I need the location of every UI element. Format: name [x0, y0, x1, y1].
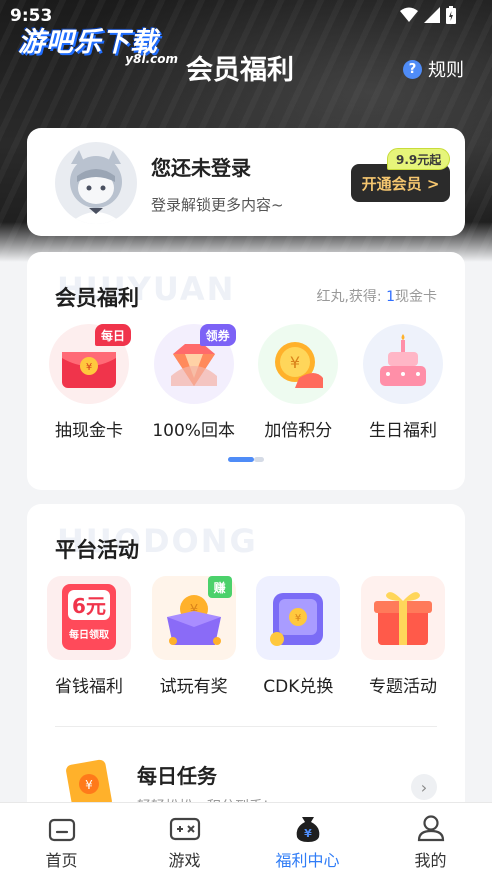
login-subtitle: 登录解锁更多内容~	[151, 196, 284, 214]
activity-grid: 6元每日领取 省钱福利 ¥ 赚 试玩有奖 ¥ CDK兑换 专题活动	[39, 576, 453, 697]
activity-label: 试玩有奖	[159, 677, 228, 697]
svg-text:¥: ¥	[304, 827, 312, 840]
benefit-refund[interactable]: 领券 100%回本	[144, 324, 244, 441]
nav-item-home[interactable]: 首页	[0, 803, 123, 876]
svg-text:6元: 6元	[72, 594, 106, 618]
daily-badge: 每日	[94, 324, 131, 346]
nav-item-mine[interactable]: 我的	[369, 803, 492, 876]
benefit-label: 100%回本	[152, 421, 235, 441]
activity-cdk-redeem[interactable]: ¥ CDK兑换	[248, 576, 348, 697]
wifi-icon	[400, 7, 418, 22]
benefit-birthday[interactable]: 生日福利	[353, 324, 453, 441]
activity-label: 省钱福利	[55, 677, 123, 697]
nav-item-games[interactable]: 游戏	[123, 803, 246, 876]
activity-special-events[interactable]: 专题活动	[353, 576, 453, 697]
svg-text:¥: ¥	[85, 778, 93, 792]
benefit-double-points[interactable]: ¥ 加倍积分	[248, 324, 348, 441]
login-card[interactable]: 您还未登录 登录解锁更多内容~ 开通会员 > 9.9元起	[27, 128, 465, 236]
home-icon	[48, 818, 75, 842]
chevron-right-icon[interactable]: ›	[411, 774, 437, 800]
question-icon: ?	[403, 59, 422, 79]
red-packet-icon: 6元每日领取	[47, 576, 131, 660]
login-title[interactable]: 您还未登录	[151, 152, 251, 181]
benefit-cash-card[interactable]: ¥ 每日 抽现金卡	[39, 324, 139, 441]
nav-item-welfare-center[interactable]: ¥ 福利中心	[246, 803, 369, 876]
activity-trial-rewards[interactable]: ¥ 赚 试玩有奖	[144, 576, 244, 697]
rules-label: 规则	[428, 60, 464, 81]
nav-label: 游戏	[168, 851, 201, 870]
battery-icon	[446, 6, 456, 24]
section-title: 平台活动	[55, 538, 139, 562]
nav-label: 福利中心	[275, 851, 340, 870]
gift-box-icon	[360, 576, 445, 660]
svg-text:¥: ¥	[295, 613, 301, 624]
benefit-label: 生日福利	[368, 421, 437, 441]
svg-text:¥: ¥	[290, 353, 300, 372]
bottom-nav: 首页 游戏 ¥ 福利中心 我的	[0, 802, 492, 876]
earn-badge: 赚	[207, 576, 232, 598]
daily-task-title[interactable]: 每日任务	[137, 760, 217, 789]
activity-label: CDK兑换	[263, 677, 334, 697]
money-bag-icon: ¥	[296, 817, 319, 842]
wallet-icon: ¥	[256, 576, 341, 660]
gamepad-icon	[169, 817, 200, 841]
app-logo: 游吧乐下载 y8l.com	[18, 27, 178, 66]
gold-coin-icon: ¥	[258, 324, 339, 404]
svg-text:¥: ¥	[86, 362, 92, 373]
rules-button[interactable]: ? 规则	[403, 56, 464, 82]
benefit-label: 抽现金卡	[55, 421, 123, 441]
member-benefits-section: HUIYUAN 会员福利 红丸,获得: 1现金卡 ¥ 每日 抽现金卡 领券 10…	[27, 252, 465, 490]
signal-icon	[424, 7, 440, 23]
benefit-grid: ¥ 每日 抽现金卡 领券 100%回本 ¥ 加倍积分 生日福利	[39, 324, 453, 441]
page-title: 会员福利	[186, 55, 294, 86]
divider	[55, 726, 437, 727]
nav-label: 我的	[414, 851, 447, 870]
birthday-cake-icon	[362, 324, 443, 404]
activity-label: 专题活动	[368, 677, 437, 697]
activity-savings[interactable]: 6元每日领取 省钱福利	[39, 576, 139, 697]
status-icons	[400, 6, 456, 24]
page-indicator	[228, 457, 264, 462]
vip-price-tag: 9.9元起	[387, 148, 451, 170]
avatar[interactable]	[55, 142, 137, 224]
nav-label: 首页	[45, 851, 78, 870]
user-icon	[417, 815, 444, 842]
benefit-label: 加倍积分	[264, 421, 333, 441]
svg-text:每日领取: 每日领取	[69, 628, 110, 641]
cash-card-summary: 红丸,获得: 1现金卡	[316, 289, 437, 305]
default-avatar-icon	[69, 150, 123, 224]
platform-activities-section: HUODONG 平台活动 6元 每日领取 省钱福利 ¥ 赚 试玩有奖 ¥ CDK兑…	[27, 504, 465, 824]
section-title: 会员福利	[55, 286, 139, 310]
coupon-badge: 领券	[199, 324, 236, 346]
